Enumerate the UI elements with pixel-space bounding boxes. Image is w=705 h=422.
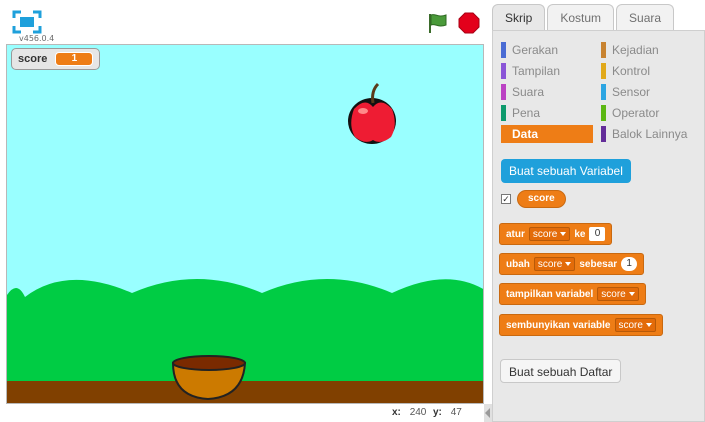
tab-sounds[interactable]: Suara xyxy=(616,4,675,30)
category-events[interactable]: Kejadian xyxy=(601,41,693,59)
fullscreen-icon[interactable] xyxy=(12,10,42,34)
category-color-swatch xyxy=(601,84,606,100)
y-value: 47 xyxy=(450,407,462,418)
ground xyxy=(7,381,483,403)
dropdown-arrow-icon xyxy=(560,232,567,236)
dropdown-arrow-icon xyxy=(628,292,635,296)
category-sound[interactable]: Suara xyxy=(501,83,593,101)
category-color-swatch xyxy=(501,63,506,79)
category-control[interactable]: Kontrol xyxy=(601,62,693,80)
stage-canvas[interactable] xyxy=(6,44,484,404)
category-operators[interactable]: Operator xyxy=(601,104,693,122)
monitor-label: score xyxy=(18,53,48,65)
score-monitor[interactable]: score 1 xyxy=(11,48,101,70)
y-label: y: xyxy=(433,407,442,418)
editor-tabs: Skrip Kostum Suara xyxy=(492,4,675,30)
variable-dropdown[interactable]: score xyxy=(597,287,639,301)
dropdown-arrow-icon xyxy=(645,323,652,327)
set-variable-block[interactable]: atur score ke 0 xyxy=(499,223,613,245)
version-label: v456.0.4 xyxy=(19,34,55,43)
mouse-y-readout: y: 47 xyxy=(433,407,462,418)
change-variable-block[interactable]: ubah score sebesar 1 xyxy=(499,253,645,275)
category-color-swatch xyxy=(601,42,606,58)
block-palette: Gerakan Tampilan Suara Pena Data Kejadia… xyxy=(492,30,705,422)
category-color-swatch xyxy=(601,105,606,121)
category-color-swatch xyxy=(501,105,506,121)
collapse-arrow-icon[interactable] xyxy=(485,408,490,418)
variable-dropdown[interactable]: score xyxy=(614,318,656,332)
value-input[interactable]: 1 xyxy=(621,257,638,271)
variable-dropdown[interactable]: score xyxy=(528,227,571,241)
mouse-x-readout: x: 240 xyxy=(392,407,426,418)
hide-variable-block[interactable]: sembunyikan variable score xyxy=(499,314,663,336)
category-sensing[interactable]: Sensor xyxy=(601,83,693,101)
stop-icon[interactable] xyxy=(458,12,480,34)
x-label: x: xyxy=(392,407,401,418)
scratch-editor: v456.0.4 score 1 x: 240 y: 47 Skrip Kost… xyxy=(0,0,705,422)
category-color-swatch xyxy=(501,84,506,100)
category-color-swatch xyxy=(501,42,506,58)
tab-scripts[interactable]: Skrip xyxy=(492,4,546,30)
category-color-swatch xyxy=(601,63,606,79)
tab-costumes[interactable]: Kostum xyxy=(547,4,615,30)
category-looks[interactable]: Tampilan xyxy=(501,62,593,80)
value-input[interactable]: 0 xyxy=(589,227,606,241)
stage-header: v456.0.4 xyxy=(0,0,488,44)
monitor-value: 1 xyxy=(55,52,94,66)
dropdown-arrow-icon xyxy=(565,262,572,266)
score-visible-checkbox[interactable]: ✓ xyxy=(501,194,511,204)
category-data[interactable]: Data xyxy=(501,125,593,143)
category-pen[interactable]: Pena xyxy=(501,104,593,122)
stage-scene xyxy=(7,45,483,403)
make-list-button[interactable]: Buat sebuah Daftar xyxy=(500,359,622,383)
score-reporter-block[interactable]: score xyxy=(517,190,566,208)
bushes-backdrop xyxy=(7,279,483,390)
show-variable-block[interactable]: tampilkan variabel score xyxy=(499,283,646,305)
x-value: 240 xyxy=(409,407,427,418)
category-color-swatch xyxy=(601,126,606,142)
make-variable-button[interactable]: Buat sebuah Variabel xyxy=(501,159,631,183)
green-flag-icon[interactable] xyxy=(426,12,448,34)
category-more-blocks[interactable]: Balok Lainnya xyxy=(601,125,701,143)
category-motion[interactable]: Gerakan xyxy=(501,41,593,59)
variable-dropdown[interactable]: score xyxy=(533,257,576,271)
